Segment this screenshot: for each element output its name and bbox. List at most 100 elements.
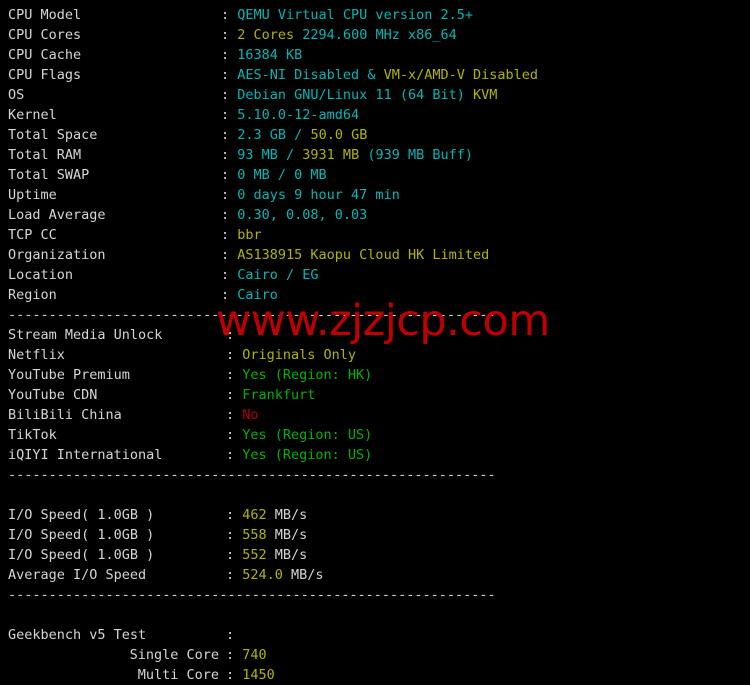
terminal-row: Region: Cairo [0,285,750,305]
row-label: Total RAM [8,147,82,163]
row-value: 558 [242,527,267,543]
row-colon: : [221,267,238,283]
terminal-row: TCP CC: bbr [0,225,750,245]
row-value: MB/s [266,527,308,543]
row-label: CPU Model [8,7,82,23]
row-value: 0 days 9 hour 47 min [237,187,400,203]
row-value: VM-x/AMD-V Disabled [383,67,539,83]
row-value: 5.10.0-12-amd64 [237,107,360,123]
row-colon: : [221,207,238,223]
row-label: YouTube Premium [8,367,130,383]
row-value: AES-NI Disabled [237,67,360,83]
row-value: MB/s [266,507,308,523]
row-label: Uptime [8,187,57,203]
geekbench-section: Geekbench v5 Test: Single Core: 740 Multi… [0,625,750,685]
row-colon: : [226,367,243,383]
row-value: No [242,407,259,423]
row-colon: : [226,547,243,563]
row-colon: : [221,107,238,123]
row-label: I/O Speed( 1.0GB ) [8,507,155,523]
row-label: Average I/O Speed [8,567,147,583]
terminal-row: Single Core: 740 [0,645,750,665]
row-label: Location [8,267,74,283]
terminal-row: CPU Flags: AES-NI Disabled & VM-x/AMD-V … [0,65,750,85]
terminal-row: Kernel: 5.10.0-12-amd64 [0,105,750,125]
row-label: YouTube CDN [8,387,98,403]
row-value: 524.0 [242,567,283,583]
row-value: QEMU Virtual CPU version 2.5+ [237,7,473,23]
row-colon: : [226,427,243,443]
section-separator-2: ----------------------------------------… [8,467,496,483]
row-value: Cairo / EG [237,267,319,283]
terminal-row: Total RAM: 93 MB / 3931 MB (939 MB Buff) [0,145,750,165]
row-value: AS138915 Kaopu Cloud HK Limited [237,247,490,263]
terminal-row: BiliBili China: No [0,405,750,425]
row-label: Geekbench v5 Test [8,627,147,643]
row-value: 740 [242,647,267,663]
row-colon: : [221,227,238,243]
row-label: Load Average [8,207,106,223]
row-label: Netflix [8,347,65,363]
row-value: 50.0 GB [310,127,368,143]
row-colon: : [221,47,238,63]
terminal-row: CPU Cores: 2 Cores 2294.600 MHz x86_64 [0,25,750,45]
row-value: 0.30, 0.08, 0.03 [237,207,368,223]
row-label: CPU Cores [8,27,82,43]
terminal-row: Multi Core: 1450 [0,665,750,685]
row-colon: : [221,67,238,83]
row-value: bbr [237,227,262,243]
terminal-row: OS: Debian GNU/Linux 11 (64 Bit) KVM [0,85,750,105]
row-label: BiliBili China [8,407,122,423]
row-value: 462 [242,507,267,523]
io-speed-section: I/O Speed( 1.0GB ): 462 MB/s I/O Speed( 1… [0,505,750,585]
row-value: 552 [242,547,267,563]
row-value: MB/s [282,567,324,583]
row-value: (939 MB Buff) [359,147,473,163]
terminal-row: Average I/O Speed: 524.0 MB/s [0,565,750,585]
terminal-row: YouTube Premium: Yes (Region: HK) [0,365,750,385]
row-value: Originals Only [242,347,357,363]
terminal-row: Total Space: 2.3 GB / 50.0 GB [0,125,750,145]
row-colon: : [226,627,243,643]
row-value: 0 MB / 0 MB [237,167,327,183]
terminal-row: TikTok: Yes (Region: US) [0,425,750,445]
terminal-row: I/O Speed( 1.0GB ): 552 MB/s [0,545,750,565]
row-value: Debian GNU/Linux 11 (64 Bit) [237,87,465,103]
terminal-row: Stream Media Unlock: [0,325,750,345]
terminal-row: YouTube CDN: Frankfurt [0,385,750,405]
terminal-row: iQIYI International: Yes (Region: US) [0,445,750,465]
row-value: MB/s [266,547,308,563]
section-separator-3: ----------------------------------------… [8,587,496,603]
row-colon: : [221,247,238,263]
row-value: / [286,127,311,143]
row-label: Multi Core [137,667,219,683]
terminal-row: Geekbench v5 Test: [0,625,750,645]
terminal-row: Organization: AS138915 Kaopu Cloud HK Li… [0,245,750,265]
row-value: Yes (Region: HK) [242,367,373,383]
system-info-section: CPU Model: QEMU Virtual CPU version 2.5+… [0,5,750,305]
row-colon: : [221,7,238,23]
row-value: 93 MB [237,147,278,163]
row-value: 16384 KB [237,47,303,63]
row-label: iQIYI International [8,447,163,463]
row-label: TCP CC [8,227,57,243]
row-colon: : [226,647,243,663]
row-label: Total SWAP [8,167,90,183]
row-colon: : [221,187,238,203]
row-colon: : [226,407,243,423]
row-colon: : [226,507,243,523]
terminal-row: Load Average: 0.30, 0.08, 0.03 [0,205,750,225]
terminal-row: Location: Cairo / EG [0,265,750,285]
row-label: Region [8,287,57,303]
row-label: Single Core [129,647,219,663]
row-value: & [359,67,384,83]
section-separator-1: ----------------------------------------… [8,307,496,323]
terminal-row: I/O Speed( 1.0GB ): 558 MB/s [0,525,750,545]
row-value: 2294.600 MHz x86_64 [294,27,457,43]
row-colon: : [226,527,243,543]
stream-media-section: Stream Media Unlock: Netflix: Originals … [0,325,750,465]
terminal-row: Uptime: 0 days 9 hour 47 min [0,185,750,205]
row-colon: : [226,447,243,463]
row-label: Organization [8,247,106,263]
row-value: 2 Cores [237,27,295,43]
